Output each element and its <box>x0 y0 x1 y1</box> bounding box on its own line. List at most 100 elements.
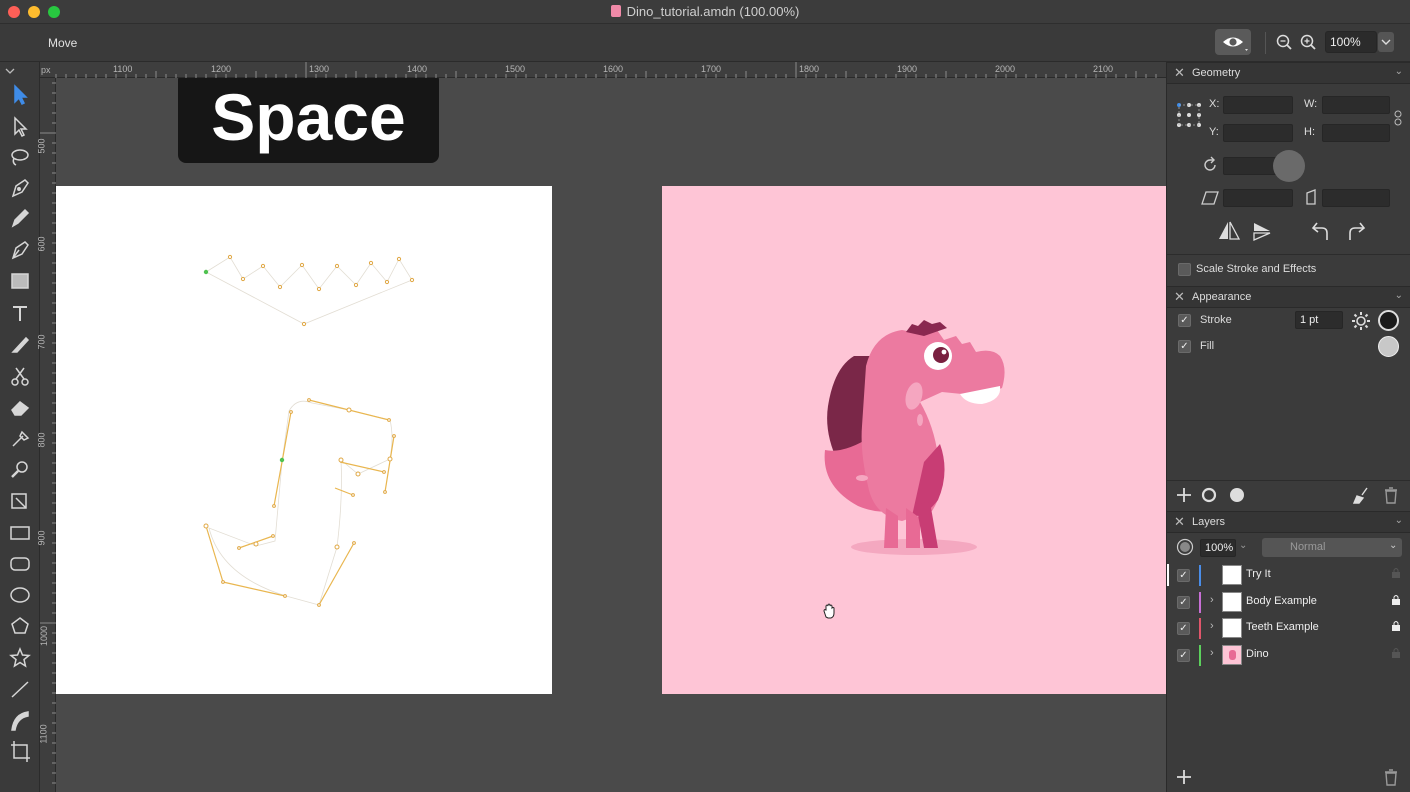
anchor-grid-icon[interactable] <box>1176 102 1202 128</box>
select-icon[interactable] <box>14 84 28 106</box>
lasso-icon[interactable] <box>11 149 29 166</box>
layer-visibility-checkbox[interactable]: ✓ <box>1177 569 1190 582</box>
expand-arrow-icon[interactable]: › <box>1210 647 1214 659</box>
scissors-icon[interactable] <box>11 367 29 386</box>
current-tool-name: Move <box>48 36 78 50</box>
add-layer-icon[interactable] <box>1175 768 1193 786</box>
appearance-panel-header[interactable]: ✕ Appearance ⌄ <box>1167 286 1410 308</box>
gear-icon[interactable] <box>1351 311 1371 331</box>
zoom-level-input[interactable]: 100% <box>1325 31 1377 53</box>
line-icon[interactable] <box>11 681 29 698</box>
artboard-icon[interactable] <box>11 741 30 762</box>
w-field[interactable] <box>1322 96 1390 114</box>
chevron-down-icon[interactable]: ⌄ <box>1395 66 1403 77</box>
add-icon[interactable] <box>1175 486 1193 504</box>
polygon-icon[interactable] <box>11 617 29 634</box>
divider <box>1167 480 1410 481</box>
layer-visibility-checkbox[interactable]: ✓ <box>1177 596 1190 609</box>
layer-row[interactable]: ✓ Try It <box>1167 562 1410 588</box>
zoom-out-button[interactable] <box>1274 32 1294 52</box>
ruler-vertical[interactable]: 500 600 700 800 900 1000 1100 <box>36 78 56 792</box>
broom-icon[interactable] <box>1353 486 1371 504</box>
fill-checkbox[interactable]: ✓ <box>1178 340 1191 353</box>
text-icon[interactable] <box>13 306 27 321</box>
toolbar-divider <box>1265 32 1266 54</box>
rounded-rect-icon[interactable] <box>10 557 30 571</box>
ellipse-icon[interactable] <box>10 587 30 603</box>
ruler-label: 1500 <box>505 64 526 74</box>
layers-panel-header[interactable]: ✕ Layers ⌄ <box>1167 511 1410 533</box>
expand-arrow-icon[interactable]: › <box>1210 594 1214 606</box>
pencil-icon[interactable] <box>11 208 30 228</box>
y-field[interactable] <box>1223 124 1293 142</box>
fill-color-swatch[interactable] <box>1378 336 1399 357</box>
ruler-label: 1400 <box>407 64 428 74</box>
direct-select-icon[interactable] <box>14 116 28 138</box>
redo-icon[interactable] <box>1345 220 1367 242</box>
brush-icon[interactable] <box>11 241 29 260</box>
eyedropper-icon[interactable] <box>12 430 30 447</box>
undo-icon[interactable] <box>1310 220 1332 242</box>
trash-icon[interactable] <box>1382 486 1400 504</box>
close-panel-icon[interactable]: ✕ <box>1174 514 1185 530</box>
stroke-color-swatch[interactable] <box>1378 310 1399 331</box>
knife-icon[interactable] <box>11 336 30 353</box>
stroke-checkbox[interactable]: ✓ <box>1178 314 1191 327</box>
layer-thumbnail <box>1222 565 1242 585</box>
layer-row[interactable]: ✓ › Teeth Example <box>1167 615 1410 641</box>
close-panel-icon[interactable]: ✕ <box>1174 289 1185 305</box>
dino-illustration[interactable] <box>662 186 1166 694</box>
tools-panel <box>0 62 40 792</box>
flip-vertical-icon[interactable] <box>1252 220 1272 242</box>
zoom-dropdown-button[interactable] <box>1378 32 1394 52</box>
layer-opacity-field[interactable]: 100% <box>1200 539 1236 557</box>
view-mode-button[interactable] <box>1215 29 1251 55</box>
lock-icon[interactable] <box>1391 620 1401 632</box>
add-stroke-icon[interactable] <box>1200 486 1218 504</box>
ruler-label: 800 <box>36 432 47 448</box>
chevron-down-icon[interactable]: ⌄ <box>1395 515 1403 526</box>
h-field[interactable] <box>1322 124 1390 142</box>
add-fill-icon[interactable] <box>1228 486 1246 504</box>
opacity-dropdown-icon[interactable]: ⌄ <box>1239 540 1247 551</box>
layer-row[interactable]: ✓ › Dino <box>1167 642 1410 668</box>
canvas-area[interactable]: Space <box>56 78 1166 792</box>
context-toolbar: Move 100% <box>0 24 1410 62</box>
chevron-down-icon[interactable]: ⌄ <box>1395 290 1403 301</box>
ruler-horizontal[interactable]: px 1100 1200 1300 1400 1500 1600 1700 1800 1900 2… <box>40 62 1166 78</box>
zoom-in-button[interactable] <box>1298 32 1318 52</box>
layer-visibility-checkbox[interactable]: ✓ <box>1177 622 1190 635</box>
shear-field[interactable] <box>1223 189 1293 207</box>
geometry-panel-header[interactable]: ✕ Geometry ⌄ <box>1167 62 1410 84</box>
pen-icon[interactable] <box>11 179 29 198</box>
close-panel-icon[interactable]: ✕ <box>1174 65 1185 81</box>
link-icon[interactable] <box>1393 110 1403 126</box>
layer-row[interactable]: ✓ › Body Example <box>1167 589 1410 615</box>
flip-horizontal-icon[interactable] <box>1217 220 1241 242</box>
trash-icon[interactable] <box>1382 768 1400 786</box>
layer-visibility-checkbox[interactable]: ✓ <box>1177 649 1190 662</box>
rectangle-icon[interactable] <box>10 526 30 540</box>
star-icon[interactable] <box>9 647 31 668</box>
path-drawing[interactable] <box>56 186 552 694</box>
skew-icon <box>1306 189 1316 205</box>
ruler-label: 1600 <box>603 64 624 74</box>
zoom-icon[interactable] <box>11 461 28 478</box>
curve-icon[interactable] <box>11 711 29 731</box>
stroke-width-field[interactable]: 1 pt <box>1295 311 1343 329</box>
skew-field[interactable] <box>1322 189 1390 207</box>
scale-stroke-checkbox[interactable] <box>1178 263 1191 276</box>
lock-icon[interactable] <box>1391 647 1401 659</box>
rotation-dial[interactable] <box>1273 150 1305 182</box>
blend-mode-select[interactable]: Normal <box>1262 538 1402 557</box>
w-label: W: <box>1304 98 1318 110</box>
transform-icon[interactable] <box>11 493 27 509</box>
lock-icon[interactable] <box>1391 594 1401 606</box>
expand-arrow-icon[interactable]: › <box>1210 620 1214 632</box>
artboard-paths[interactable] <box>56 186 552 694</box>
lock-icon[interactable] <box>1391 567 1401 579</box>
artboard-dino[interactable] <box>662 186 1166 694</box>
eraser-icon[interactable] <box>11 401 30 416</box>
x-field[interactable] <box>1223 96 1293 114</box>
gradient-icon[interactable] <box>11 273 29 289</box>
